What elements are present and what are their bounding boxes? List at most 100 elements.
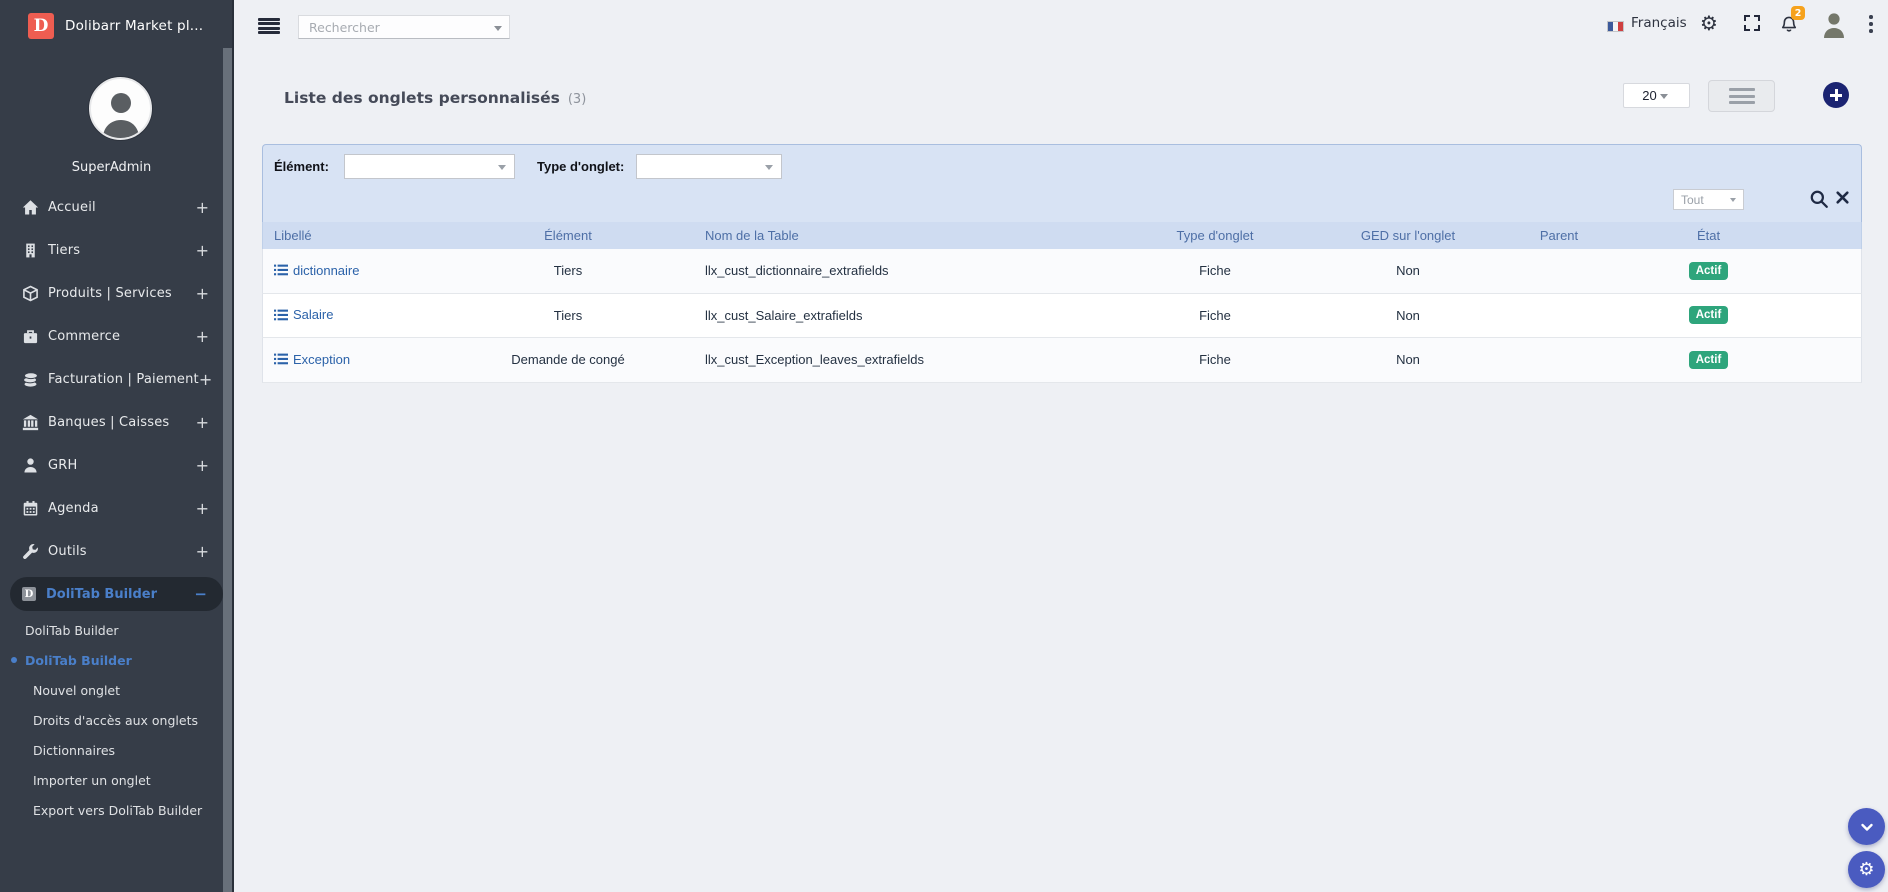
settings-icon[interactable]: ⚙ (1700, 9, 1718, 37)
expand-icon[interactable]: + (196, 285, 209, 302)
expand-icon[interactable]: + (196, 500, 209, 517)
sidebar-item-label: Accueil (48, 200, 96, 215)
sidebar-scrollbar-thumb[interactable] (223, 48, 232, 892)
notification-count-badge[interactable]: 2 (1791, 6, 1805, 20)
cell-table-name: llx_cust_Exception_leaves_extrafields (705, 352, 924, 368)
submenu-item-dolitab-builder[interactable]: DoliTab Builder (0, 645, 223, 675)
sidebar-item-outils[interactable]: Outils + (0, 530, 223, 573)
active-bullet-icon (11, 657, 17, 663)
list-icon (274, 353, 288, 365)
tab-label: Salaire (293, 307, 334, 323)
page-size-select[interactable]: 20 (1623, 83, 1690, 108)
column-header-tat[interactable]: État (1641, 228, 1776, 243)
quick-filter-select[interactable]: Tout (1673, 189, 1744, 210)
status-badge[interactable]: Actif (1688, 306, 1729, 325)
column-header-type-d-onglet[interactable]: Type d'onglet (1091, 228, 1339, 243)
sidebar-submenu: DoliTab Builder DoliTab Builder Nouvel ong… (0, 615, 223, 825)
brand[interactable]: D Dolibarr Market pl... (0, 0, 223, 52)
status-badge[interactable]: Actif (1688, 261, 1729, 280)
expand-icon[interactable]: + (196, 414, 209, 431)
cell-type: Fiche (1199, 263, 1231, 279)
fullscreen-icon[interactable] (1744, 15, 1760, 31)
table-row: Exception Demande de congé llx_cust_Except… (262, 338, 1862, 383)
menu-toggle-icon[interactable] (258, 18, 280, 34)
cell-table-name: llx_cust_Salaire_extrafields (705, 307, 863, 323)
sidebar-item-facturation-paiement[interactable]: Facturation | Paiement + (0, 358, 223, 401)
building-icon (22, 242, 39, 259)
sidebar-item-banques-caisses[interactable]: Banques | Caisses + (0, 401, 223, 444)
table-row: Salaire Tiers llx_cust_Salaire_extrafields… (262, 293, 1862, 339)
sidebar-item-dolitab-builder[interactable]: D DoliTab Builder − (10, 577, 223, 611)
element-filter-label: Élément: (274, 159, 329, 174)
tab-link-dictionnaire[interactable]: dictionnaire (274, 263, 360, 278)
list-icon (274, 309, 288, 321)
chevron-down-icon (498, 165, 506, 170)
sidebar-item-label: DoliTab Builder (46, 586, 158, 602)
view-list-button[interactable] (1708, 80, 1775, 112)
submenu-item-dictionnaires[interactable]: Dictionnaires (0, 735, 223, 765)
scroll-down-button[interactable] (1848, 808, 1885, 845)
sidebar-item-grh[interactable]: GRH + (0, 444, 223, 487)
cell-element: Tiers (553, 307, 583, 323)
submenu-item-export-vers-dolitab-builder[interactable]: Export vers DoliTab Builder (0, 795, 223, 825)
status-badge[interactable]: Actif (1688, 350, 1729, 369)
cell-ged: Non (1396, 307, 1420, 323)
sidebar-item-label: GRH (48, 458, 78, 473)
submenu-item-importer-un-onglet[interactable]: Importer un onglet (0, 765, 223, 795)
expand-icon[interactable]: + (196, 543, 209, 560)
cell-ged: Non (1396, 352, 1420, 368)
expand-icon[interactable]: + (196, 242, 209, 259)
tab-link-exception[interactable]: Exception (274, 352, 350, 367)
clear-filter-icon[interactable] (1835, 190, 1853, 208)
sidebar-item-commerce[interactable]: Commerce + (0, 315, 223, 358)
language-selector[interactable]: Français (1631, 15, 1687, 31)
french-flag-icon[interactable] (1607, 21, 1624, 32)
expand-icon[interactable]: + (196, 457, 209, 474)
sidebar-item-label: Facturation | Paiement (48, 372, 199, 387)
add-new-button[interactable] (1823, 82, 1849, 108)
user-avatar-small[interactable] (1820, 10, 1848, 38)
bank-icon (22, 414, 39, 431)
quick-settings-button[interactable]: ⚙ (1848, 851, 1885, 888)
user-avatar-large[interactable] (89, 77, 152, 140)
column-header-libell[interactable]: Libellé (263, 228, 443, 243)
sidebar-item-accueil[interactable]: Accueil + (0, 186, 223, 229)
column-header-parent[interactable]: Parent (1477, 228, 1641, 243)
list-icon (274, 264, 288, 276)
table-row: dictionnaire Tiers llx_cust_dictionnaire_e… (262, 249, 1862, 294)
coins-icon (22, 371, 39, 388)
expand-icon[interactable]: + (199, 371, 212, 388)
collapse-icon[interactable]: − (194, 585, 207, 603)
wrench-icon (22, 543, 39, 560)
sidebar-item-label: Tiers (48, 243, 81, 258)
expand-icon[interactable]: + (196, 199, 209, 216)
element-filter-select[interactable] (344, 154, 515, 179)
column-header-l-ment[interactable]: Élément (443, 228, 693, 243)
column-header-ged-sur-l-onglet[interactable]: GED sur l'onglet (1339, 228, 1477, 243)
sidebar-item-agenda[interactable]: Agenda + (0, 487, 223, 530)
home-icon (22, 199, 39, 216)
sidebar-divider (232, 0, 234, 892)
search-input[interactable] (299, 16, 509, 38)
tab-link-salaire[interactable]: Salaire (274, 307, 333, 322)
chevron-down-icon (494, 26, 502, 31)
type-filter-select[interactable] (636, 154, 782, 179)
column-header-nom-de-la-table[interactable]: Nom de la Table (693, 228, 1091, 243)
sidebar-item-tiers[interactable]: Tiers + (0, 229, 223, 272)
submenu-item-nouvel-onglet[interactable]: Nouvel onglet (0, 675, 223, 705)
cell-ged: Non (1396, 263, 1420, 279)
tab-label: Exception (293, 351, 351, 367)
expand-icon[interactable]: + (196, 328, 209, 345)
kebab-menu-icon[interactable] (1869, 15, 1873, 33)
calendar-icon (22, 500, 39, 517)
brand-name: Dolibarr Market pl... (65, 18, 204, 34)
sidebar-item-produits-services[interactable]: Produits | Services + (0, 272, 223, 315)
submenu-item-label: Dictionnaires (33, 742, 116, 758)
global-search-select[interactable] (298, 15, 510, 39)
table-body: dictionnaire Tiers llx_cust_dictionnaire_e… (262, 249, 1862, 383)
sidebar: D Dolibarr Market pl... SuperAdmin Accue… (0, 0, 223, 892)
search-icon[interactable] (1809, 189, 1829, 209)
cell-table-name: llx_cust_dictionnaire_extrafields (705, 263, 889, 279)
submenu-item-dolitab-builder[interactable]: DoliTab Builder (0, 615, 223, 645)
submenu-item-droits-d-acc-s-aux-onglets[interactable]: Droits d'accès aux onglets (0, 705, 223, 735)
